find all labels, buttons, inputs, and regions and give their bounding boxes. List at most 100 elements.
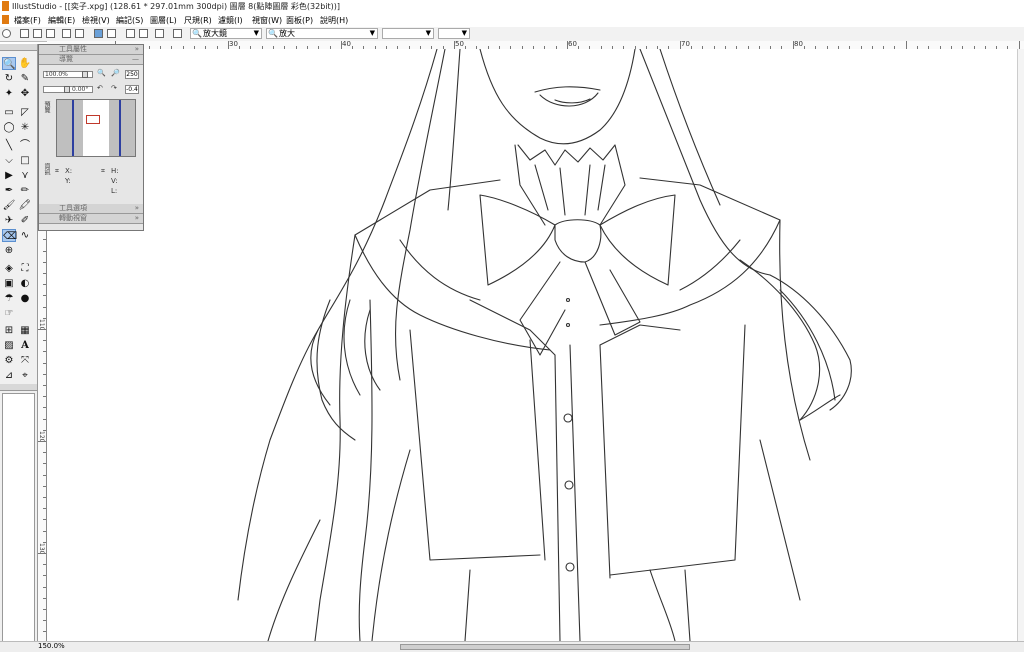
menu-panel[interactable]: 面板(P) xyxy=(286,15,313,26)
window-title: IllustStudio - [[奕子.xpg] (128.61 * 297.0… xyxy=(12,2,341,11)
navigator-header[interactable]: 導覽 — xyxy=(39,55,143,65)
airbrush-tool-icon[interactable]: ✈ xyxy=(2,214,16,227)
menu-select[interactable]: 編記(S) xyxy=(116,15,143,26)
menu-ruler[interactable]: 尺規(R) xyxy=(184,15,212,26)
preview-tab[interactable]: 預覽 xyxy=(42,101,51,113)
perspective-tool-icon[interactable]: ⌖ xyxy=(18,369,32,382)
h-label: H: xyxy=(111,167,119,175)
dodge-tool-icon[interactable]: ☂ xyxy=(2,292,16,305)
tone-tool-icon[interactable]: ◐ xyxy=(18,277,32,290)
lasso-icon[interactable] xyxy=(139,29,148,38)
expand-icon[interactable]: » xyxy=(135,204,139,213)
rotate-left-icon[interactable]: ↶ xyxy=(97,84,103,92)
balloon-tool-icon[interactable]: ⚙ xyxy=(2,354,16,367)
mode-combo[interactable]: 🔍 放大 ▼ xyxy=(266,28,378,39)
watercolor-tool-icon[interactable]: ✐ xyxy=(18,214,32,227)
search-icon[interactable]: ● xyxy=(18,292,32,305)
vertical-scrollbar[interactable] xyxy=(1017,49,1024,641)
gradient-tool-icon[interactable]: ▣ xyxy=(2,277,16,290)
bucket-tool-icon[interactable]: ⛶ xyxy=(18,262,32,275)
zoom-out-icon[interactable]: 🔎 xyxy=(111,69,120,77)
rotation-slider[interactable]: 0.00° xyxy=(43,86,93,93)
zoom-slider[interactable]: 100.0% xyxy=(43,71,93,78)
app-menu-icon[interactable] xyxy=(2,15,9,24)
marker-tool-icon[interactable]: 🖍 xyxy=(18,199,32,212)
palette-header[interactable] xyxy=(0,44,37,51)
rectangle-tool-icon[interactable]: □ xyxy=(18,154,32,167)
menu-window[interactable]: 視窗(W) xyxy=(252,15,282,26)
info-tab[interactable]: 資訊 xyxy=(42,163,51,175)
ruler-tool-icon[interactable]: ⊿ xyxy=(2,369,16,382)
object-tool-icon[interactable]: ✦ xyxy=(2,87,16,100)
hand-tool-icon[interactable]: ✋ xyxy=(18,57,32,70)
menu-edit[interactable]: 編輯(E) xyxy=(48,15,75,26)
window-icon[interactable] xyxy=(20,29,29,38)
pointer-tool-icon[interactable]: ▶ xyxy=(2,169,16,182)
zoom-tool-icon[interactable]: 🔍 xyxy=(2,57,16,70)
text-tool-icon[interactable]: A xyxy=(18,339,32,352)
menu-file[interactable]: 檔案(F) xyxy=(14,15,41,26)
eyedropper-icon[interactable]: ✎ xyxy=(18,72,32,85)
menu-help[interactable]: 說明(H) xyxy=(320,15,348,26)
tool-property-header[interactable]: 工具屬性 » xyxy=(39,45,143,55)
rotate-tool-icon[interactable]: ↻ xyxy=(2,72,16,85)
curve-tool-icon[interactable]: ⌒ xyxy=(18,139,32,152)
pencil-tool-icon[interactable]: ✏ xyxy=(18,184,32,197)
menu-view[interactable]: 檢視(V) xyxy=(82,15,110,26)
vector-tool-icon[interactable]: ⋎ xyxy=(18,169,32,182)
grid-icon[interactable] xyxy=(33,29,42,38)
rotation-field[interactable]: -0.4 xyxy=(125,85,139,94)
horizontal-scrollbar[interactable]: 150.0% xyxy=(0,641,1024,652)
eraser-tool-icon[interactable]: ⌫ xyxy=(2,229,17,242)
rotation-slider-knob[interactable] xyxy=(64,86,70,93)
fill-tool-icon[interactable]: ◈ xyxy=(2,262,16,275)
zoom-field[interactable]: 250 xyxy=(125,70,139,79)
layout-icon[interactable] xyxy=(75,29,84,38)
fit-icon[interactable] xyxy=(62,29,71,38)
select-icon[interactable] xyxy=(126,29,135,38)
polygon-select-icon[interactable]: ◸ xyxy=(18,106,32,119)
blend-tool-icon[interactable]: ∿ xyxy=(18,229,32,242)
settings-icon[interactable] xyxy=(2,29,11,38)
magic-wand-icon[interactable]: ✳ xyxy=(18,121,32,134)
layer-panel[interactable] xyxy=(2,393,35,643)
stamp-fill-icon[interactable]: ⊞ xyxy=(2,324,16,337)
rect-select-icon[interactable]: ▭ xyxy=(2,106,16,119)
expand-icon[interactable]: » xyxy=(135,45,139,54)
transform-window-header[interactable]: 轉動視窗 » xyxy=(39,214,143,224)
tool-combo[interactable]: 🔍 放大鏡 ▼ xyxy=(190,28,262,39)
pattern-tool-icon[interactable]: ▦ xyxy=(18,324,32,337)
fullscreen-icon[interactable] xyxy=(94,29,103,38)
brush-tool-icon[interactable]: 🖌 xyxy=(2,199,16,212)
smudge-tool-icon[interactable]: ☞ xyxy=(2,307,16,320)
rotate-right-icon[interactable]: ↷ xyxy=(111,84,117,92)
minimize-icon[interactable]: — xyxy=(132,55,139,64)
polyline-tool-icon[interactable]: ⌵ xyxy=(2,154,16,167)
move-tool-icon[interactable]: ✥ xyxy=(18,87,32,100)
page-icon[interactable] xyxy=(46,29,55,38)
mode-combo-value: 放大 xyxy=(279,29,295,38)
mosaic-icon[interactable] xyxy=(107,29,116,38)
camera-icon[interactable] xyxy=(155,29,164,38)
view-rectangle[interactable] xyxy=(86,115,100,124)
drawing-canvas[interactable] xyxy=(47,48,1024,642)
stamp-tool-icon[interactable]: ⊕ xyxy=(2,244,16,257)
line-tool-icon[interactable]: ╲ xyxy=(2,139,16,152)
option-combo[interactable]: ▼ xyxy=(382,28,434,39)
pen-tool-icon[interactable]: ✒ xyxy=(2,184,16,197)
menu-filter[interactable]: 濾鏡(I) xyxy=(218,15,243,26)
menu-layer[interactable]: 圖層(L) xyxy=(150,15,177,26)
lasso-select-icon[interactable]: ◯ xyxy=(2,121,16,134)
option-combo-2[interactable]: ▼ xyxy=(438,28,470,39)
pen-icon[interactable] xyxy=(173,29,182,38)
ruler-tick xyxy=(43,251,46,252)
navigator-preview[interactable] xyxy=(56,99,136,157)
zoom-slider-knob[interactable] xyxy=(82,71,88,78)
palette-header[interactable] xyxy=(0,384,37,391)
transform-tool-icon[interactable]: ⤧ xyxy=(18,354,32,367)
image-tool-icon[interactable]: ▨ xyxy=(2,339,16,352)
scroll-thumb[interactable] xyxy=(400,644,690,650)
tool-select-header[interactable]: 工具選項 » xyxy=(39,204,143,214)
zoom-in-icon[interactable]: 🔍 xyxy=(97,69,106,77)
expand-icon[interactable]: » xyxy=(135,214,139,223)
